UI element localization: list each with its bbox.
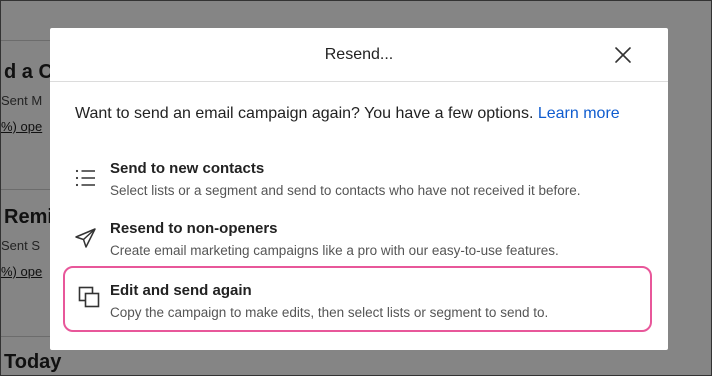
option-title: Resend to non-openers [110, 220, 278, 237]
resend-modal: Resend... Want to send an email campaign… [50, 28, 668, 350]
option-edit-and-send-again[interactable]: Edit and send again Copy the campaign to… [63, 266, 652, 332]
list-icon [75, 169, 95, 187]
intro-message: Want to send an email campaign again? Yo… [75, 105, 534, 122]
option-title: Edit and send again [110, 282, 252, 299]
option-description: Select lists or a segment and send to co… [110, 183, 581, 198]
modal-header: Resend... [50, 28, 668, 82]
option-title: Send to new contacts [110, 160, 265, 177]
option-description: Create email marketing campaigns like a … [110, 243, 559, 258]
option-send-to-new-contacts[interactable]: Send to new contacts Select lists or a s… [64, 152, 650, 214]
copy-icon [78, 286, 100, 308]
option-description: Copy the campaign to make edits, then se… [110, 305, 549, 320]
learn-more-link[interactable]: Learn more [538, 105, 620, 122]
intro-text: Want to send an email campaign again? Yo… [75, 105, 620, 123]
close-button[interactable] [612, 44, 634, 66]
option-resend-to-non-openers[interactable]: Resend to non-openers Create email marke… [64, 212, 650, 274]
modal-title: Resend... [324, 46, 394, 63]
close-icon [615, 47, 631, 63]
screen-frame: d a C Sent M %) ope Remi Sent S %) ope T… [0, 0, 712, 376]
paper-plane-icon [75, 228, 96, 248]
